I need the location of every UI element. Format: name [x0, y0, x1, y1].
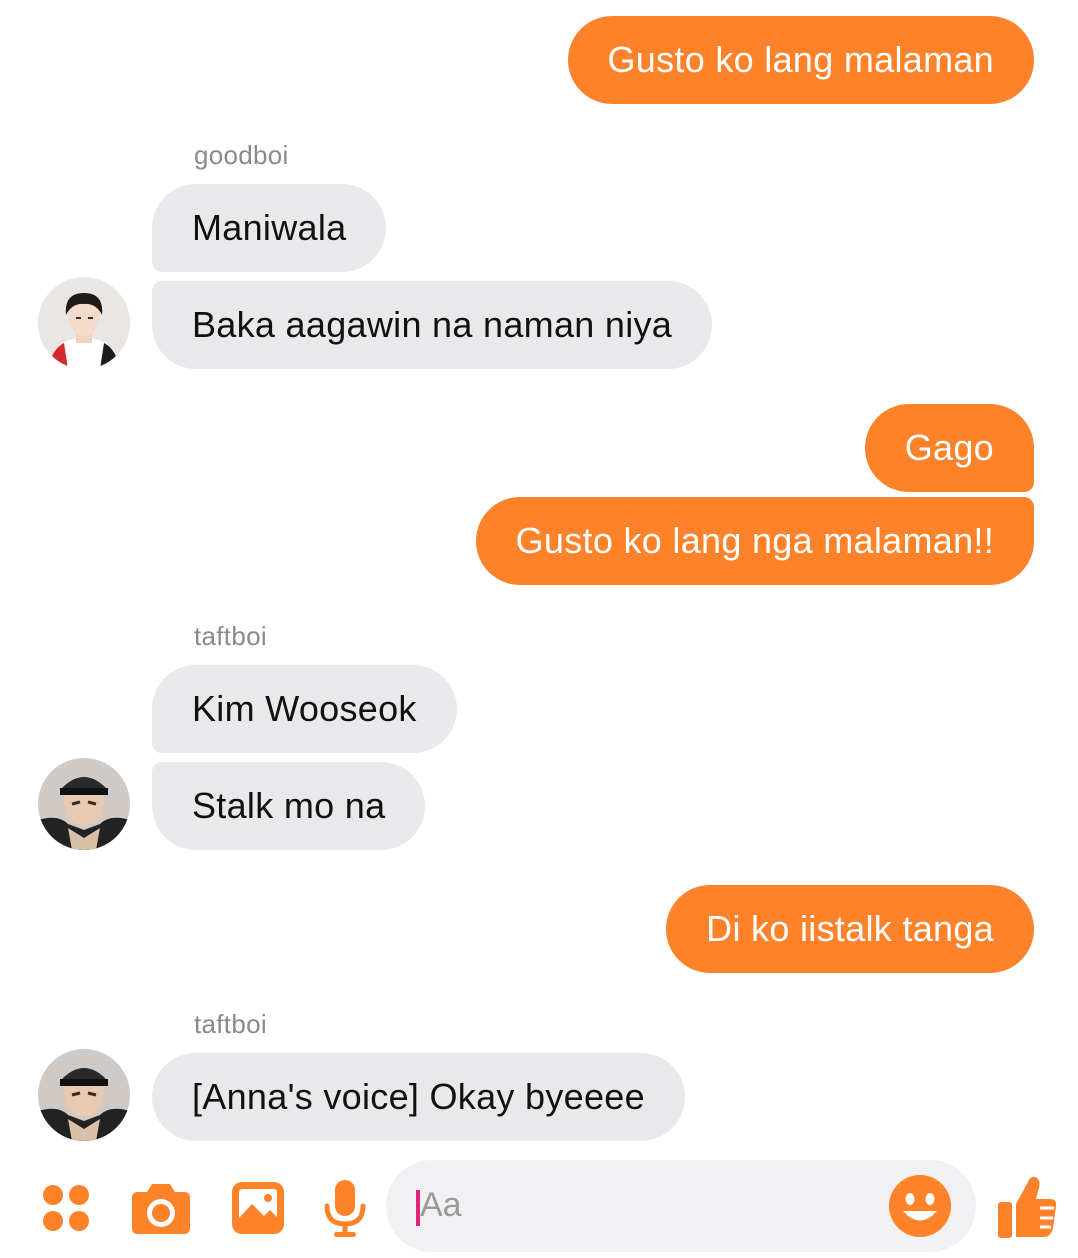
taftboi-avatar[interactable] [38, 758, 130, 850]
emoji-icon[interactable] [888, 1174, 952, 1238]
outgoing-message[interactable]: Gago [864, 404, 1034, 492]
sender-name: taftboi [194, 1009, 267, 1039]
sender-name: taftboi [194, 621, 267, 651]
message-input-placeholder: Aa [420, 1186, 462, 1224]
thumbs-up-icon[interactable] [996, 1174, 1058, 1240]
sender-name: goodboi [194, 140, 289, 170]
microphone-icon[interactable] [324, 1178, 366, 1238]
incoming-message[interactable]: Baka aagawin na naman niya [152, 281, 713, 369]
camera-icon[interactable] [130, 1180, 192, 1236]
incoming-message[interactable]: Stalk mo na [152, 762, 426, 850]
outgoing-message[interactable]: Gusto ko lang malaman [567, 16, 1034, 104]
apps-grid-icon[interactable] [40, 1182, 92, 1234]
message-input[interactable]: Aa [386, 1160, 976, 1252]
taftboi-avatar[interactable] [38, 1049, 130, 1141]
incoming-message[interactable]: Kim Wooseok [152, 665, 457, 753]
outgoing-message[interactable]: Di ko iistalk tanga [666, 885, 1034, 973]
outgoing-message[interactable]: Gusto ko lang nga malaman!! [475, 497, 1034, 585]
incoming-message[interactable]: [Anna's voice] Okay byeeee [152, 1053, 685, 1141]
goodboi-avatar[interactable] [38, 277, 130, 369]
gallery-icon[interactable] [230, 1180, 286, 1236]
incoming-message[interactable]: Maniwala [152, 184, 387, 272]
